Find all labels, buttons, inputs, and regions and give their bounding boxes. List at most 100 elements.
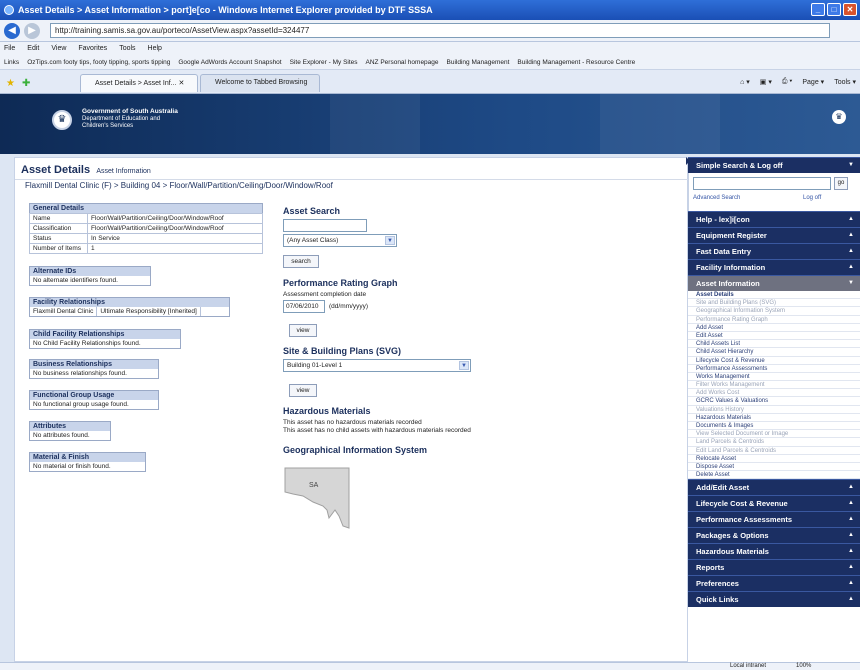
sidebar-header-label: Fast Data Entry: [696, 247, 752, 256]
sidebar-section-fast-entry[interactable]: Fast Data Entry ▲: [688, 243, 860, 259]
view-plan-button[interactable]: view: [289, 384, 317, 397]
sidebar-section-equipment[interactable]: Equipment Register ▲: [688, 227, 860, 243]
forward-icon[interactable]: ▶: [24, 22, 40, 39]
maximize-icon[interactable]: □: [827, 3, 841, 16]
sidebar-section-asset-info[interactable]: Asset Information ▼: [688, 275, 860, 291]
sidebar-item-7[interactable]: Child Asset Hierarchy: [688, 348, 860, 357]
link-item[interactable]: OzTips.com footy tips, footy tipping, sp…: [27, 59, 170, 66]
url-field[interactable]: http://training.samis.sa.gov.au/porteco/…: [50, 23, 830, 38]
sidebar-item-15[interactable]: Hazardous Materials: [688, 414, 860, 422]
print-icon[interactable]: ⎙ ▾: [782, 78, 793, 86]
search-button[interactable]: search: [283, 255, 319, 268]
chevron-up-icon: ▲: [848, 596, 854, 603]
add-favorite-icon[interactable]: ✚: [22, 78, 30, 89]
menu-edit[interactable]: Edit: [27, 45, 39, 52]
window-titlebar: Asset Details > Asset Information > port…: [0, 0, 860, 20]
sidebar-section-preferences[interactable]: Preferences ▲: [688, 575, 860, 592]
business-relationships-panel: Business Relationships No business relat…: [29, 359, 159, 379]
gov-line1: Government of South Australia: [82, 108, 178, 115]
panel-body: No Child Facility Relationships found.: [30, 339, 180, 348]
date-label: Assessment completion date: [283, 291, 367, 298]
feeds-icon[interactable]: ▣ ▾: [760, 78, 772, 86]
tools-menu[interactable]: Tools ▾: [834, 78, 856, 86]
tab-asset-details[interactable]: Asset Details > Asset Inf... ✕: [80, 74, 198, 92]
menu-favorites[interactable]: Favorites: [78, 45, 107, 52]
sidebar-item-11: Filter Works Management: [688, 381, 860, 390]
menu-help[interactable]: Help: [148, 45, 162, 52]
sidebar-item-9[interactable]: Performance Assessments: [688, 365, 860, 373]
advanced-search-link[interactable]: Advanced Search: [693, 195, 740, 201]
sidebar-item-12: Add Works Cost: [688, 389, 860, 398]
rating-graph-heading: Performance Rating Graph: [283, 278, 398, 288]
view-graph-button[interactable]: view: [289, 324, 317, 337]
sidebar-section-reports[interactable]: Reports ▲: [688, 559, 860, 576]
sidebar-section-facility[interactable]: Facility Information ▲: [688, 259, 860, 275]
row-value: Floor/Wall/Partition/Ceiling/Door/Window…: [87, 223, 263, 234]
sidebar-section-add-edit[interactable]: Add/Edit Asset ▲: [688, 479, 860, 496]
sidebar-search-area: go Advanced Search Log off: [688, 173, 860, 211]
link-item[interactable]: Google AdWords Account Snapshot: [178, 59, 281, 66]
sidebar-item-16[interactable]: Documents & Images: [688, 422, 860, 431]
page-title: Asset Details: [21, 164, 91, 176]
link-item[interactable]: Building Management - Resource Centre: [517, 59, 635, 66]
sidebar-item-13[interactable]: GCRC Values & Valuations: [688, 397, 860, 406]
links-bar: Links OzTips.com footy tips, footy tippi…: [0, 55, 860, 70]
page-menu[interactable]: Page ▾: [802, 78, 824, 86]
row-label: Classification: [29, 223, 88, 234]
home-icon[interactable]: ⌂ ▾: [740, 78, 750, 86]
sidebar-search-input[interactable]: [693, 177, 831, 190]
menu-view[interactable]: View: [51, 45, 66, 52]
tabs-bar: ★ ✚ Asset Details > Asset Inf... ✕ Welco…: [0, 70, 860, 94]
sidebar-section-lifecycle[interactable]: Lifecycle Cost & Revenue ▲: [688, 495, 860, 512]
sidebar-item-8[interactable]: Lifecycle Cost & Revenue: [688, 357, 860, 365]
back-icon[interactable]: ◀: [4, 22, 20, 39]
sidebar-item-0[interactable]: Asset Details: [688, 291, 860, 300]
chevron-down-icon: ▼: [848, 280, 854, 286]
panel-header: Child Facility Relationships: [30, 330, 180, 339]
sidebar-item-6[interactable]: Child Assets List: [688, 340, 860, 349]
logoff-link[interactable]: Log off: [803, 195, 821, 201]
sidebar-item-20[interactable]: Relocate Asset: [688, 455, 860, 463]
sidebar-section-help[interactable]: Help - lex]i[con ▲: [688, 211, 860, 227]
panel-header: Attributes: [30, 422, 110, 431]
sidebar-item-4[interactable]: Add Asset: [688, 324, 860, 332]
sidebar-item-5[interactable]: Edit Asset: [688, 332, 860, 341]
facility-name[interactable]: Flaxmill Dental Clinic: [30, 307, 98, 316]
address-bar: ◀ ▶ http://training.samis.sa.gov.au/port…: [0, 20, 860, 42]
chevron-up-icon: ▲: [848, 500, 854, 507]
menu-file[interactable]: File: [4, 45, 15, 52]
status-zone: Local intranet: [730, 663, 767, 669]
favorites-star-icon[interactable]: ★: [6, 78, 15, 89]
link-item[interactable]: Building Management: [447, 59, 510, 66]
breadcrumb[interactable]: Flaxmill Dental Clinic (F) > Building 04…: [25, 181, 333, 190]
sidebar-header-search[interactable]: Simple Search & Log off ▼: [688, 157, 860, 173]
minimize-icon[interactable]: _: [811, 3, 825, 16]
go-button[interactable]: go: [834, 177, 848, 190]
sidebar-header-label: Quick Links: [696, 595, 739, 605]
menu-tools[interactable]: Tools: [119, 45, 135, 52]
sidebar-item-10[interactable]: Works Management: [688, 373, 860, 382]
site-plans-heading: Site & Building Plans (SVG): [283, 346, 402, 356]
link-item[interactable]: ANZ Personal homepage: [366, 59, 439, 66]
building-plan-select[interactable]: Building 01-Level 1 ▼: [283, 359, 471, 372]
sidebar-item-21[interactable]: Dispose Asset: [688, 463, 860, 472]
asset-class-value: (Any Asset Class): [287, 237, 339, 244]
sidebar-header-label: Performance Assessments: [696, 515, 793, 525]
tab-label: Asset Details > Asset Inf...: [95, 80, 177, 87]
chevron-up-icon: ▲: [848, 232, 854, 238]
asset-class-select[interactable]: (Any Asset Class) ▼: [283, 234, 397, 247]
link-item[interactable]: Site Explorer - My Sites: [290, 59, 358, 66]
sidebar-section-quick-links[interactable]: Quick Links ▲: [688, 591, 860, 608]
sidebar-item-22[interactable]: Delete Asset: [688, 471, 860, 480]
sidebar-section-hazardous[interactable]: Hazardous Materials ▲: [688, 543, 860, 560]
sidebar-section-packages[interactable]: Packages & Options ▲: [688, 527, 860, 544]
close-icon[interactable]: ✕: [843, 3, 857, 16]
asset-info-items: Asset Details Site and Building Plans (SV…: [688, 291, 860, 480]
tab-welcome[interactable]: Welcome to Tabbed Browsing: [200, 74, 320, 92]
sa-map[interactable]: SA: [283, 466, 351, 530]
asset-search-input[interactable]: [283, 219, 367, 232]
sidebar-header-label: Preferences: [696, 579, 739, 589]
status-zoom[interactable]: 100%: [796, 663, 811, 670]
date-input[interactable]: 07/06/2010: [283, 300, 325, 313]
sidebar-section-performance[interactable]: Performance Assessments ▲: [688, 511, 860, 528]
